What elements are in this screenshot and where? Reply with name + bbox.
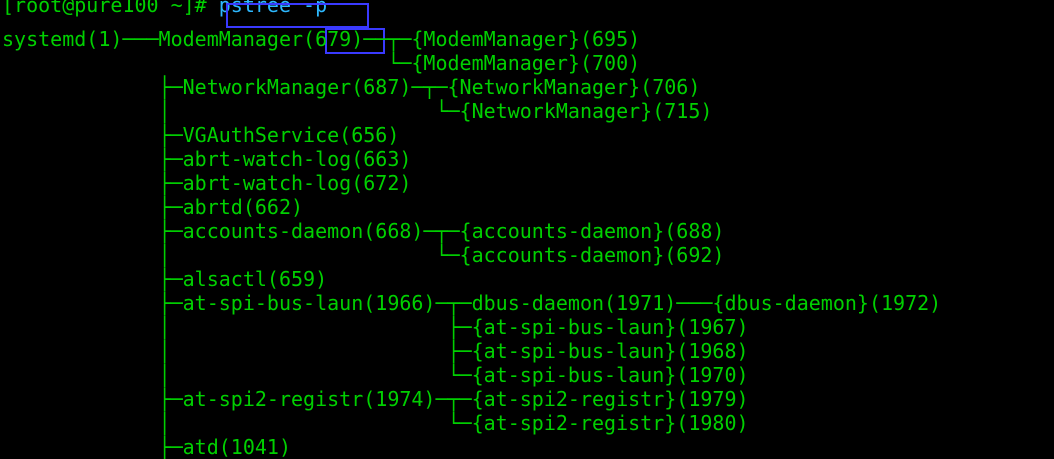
tree-line: ├─alsactl(659): [2, 267, 328, 291]
tree-line: systemd(1)───ModemManager(679)──┬─{Modem…: [2, 27, 641, 51]
tree-line: ├─abrtd(662): [2, 195, 304, 219]
tree-line: ├─VGAuthService(656): [2, 123, 400, 147]
tree-line: ├─accounts-daemon(668)─┬─{accounts-daemo…: [2, 219, 725, 243]
shell-prompt: [root@pure100 ~]#: [2, 0, 219, 17]
tree-line: │ └─{NetworkManager}(715): [2, 99, 713, 123]
tree-line: │ └─{at-spi2-registr}(1980): [2, 411, 749, 435]
tree-line: │ └─{accounts-daemon}(692): [2, 243, 725, 267]
tree-line: │ └─{at-spi-bus-laun}(1970): [2, 363, 749, 387]
tree-line: ├─abrt-watch-log(663): [2, 147, 412, 171]
tree-line: ├─at-spi-bus-laun(1966)─┬─dbus-daemon(19…: [2, 291, 942, 315]
tree-line: ├─atd(1041): [2, 435, 291, 459]
tree-line: ├─at-spi2-registr(1974)─┬─{at-spi2-regis…: [2, 387, 749, 411]
tree-line: ├─abrt-watch-log(672): [2, 171, 412, 195]
tree-line: │ ├─{at-spi-bus-laun}(1967): [2, 315, 749, 339]
tree-line: ├─NetworkManager(687)─┬─{NetworkManager}…: [2, 75, 701, 99]
tree-line: │ ├─{at-spi-bus-laun}(1968): [2, 339, 749, 363]
terminal-window[interactable]: [root@pure100 ~]# pstree -p systemd(1)──…: [0, 0, 1054, 459]
command-highlight-box: [226, 3, 369, 28]
tree-line: └─{ModemManager}(700): [2, 51, 641, 75]
